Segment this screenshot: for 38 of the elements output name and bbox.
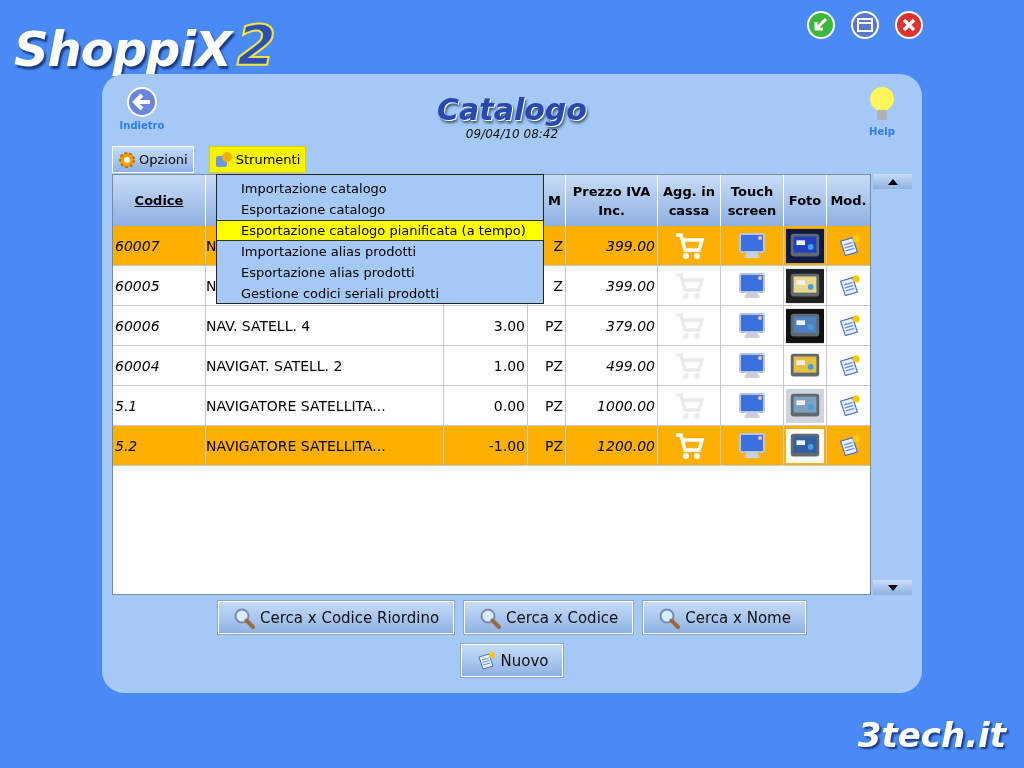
table-cell: 60006 [115,317,160,334]
table-cell: 399.00 [606,237,655,254]
table-cell: 499.00 [606,357,655,374]
column-header: Prezzo IVA Inc. [566,175,658,226]
table-cell: PZ [544,317,563,334]
table-cell: 1200.00 [597,437,655,454]
table-cell: N [206,277,217,294]
table-cell: -1.00 [488,437,525,454]
table-cell: NAVIGATORE SATELLITA... [206,437,386,454]
table-cell: 5.1 [115,397,138,414]
table-cell: N [206,237,217,254]
table-cell: PZ [544,437,563,454]
logo-version: 2 [236,12,276,77]
table-cell: NAV. SATELL. 4 [206,317,311,334]
table-cell: 5.2 [115,437,138,454]
table-cell: Z [553,237,563,254]
table-cell: 60007 [115,237,160,254]
column-header: Codice [113,175,206,226]
table-cell: 399.00 [606,277,655,294]
column-header: Agg. in cassa [658,175,721,226]
column-header: Touch screen [721,175,784,226]
table-cell: 1000.00 [597,397,655,414]
table-cell: Z [553,277,563,294]
column-header: Mod. [827,175,870,226]
page-title: Catalogo [437,92,587,127]
brand-logo: 3tech.it [857,715,1006,755]
table-cell: 1.00 [493,357,525,374]
table-cell: 379.00 [606,317,655,334]
table-cell: PZ [544,397,563,414]
table-cell: PZ [544,357,563,374]
table-cell: 60005 [115,277,160,294]
table-cell: NAVIGAT. SATELL. 2 [206,357,343,374]
table-cell: 3.00 [493,317,525,334]
column-header: Foto [784,175,827,226]
table-cell: 60004 [115,357,160,374]
date-time: 09/04/10 08:42 [465,127,559,141]
table-cell: NAVIGATORE SATELLITA... [206,397,386,414]
table-cell: 0.00 [493,397,525,414]
